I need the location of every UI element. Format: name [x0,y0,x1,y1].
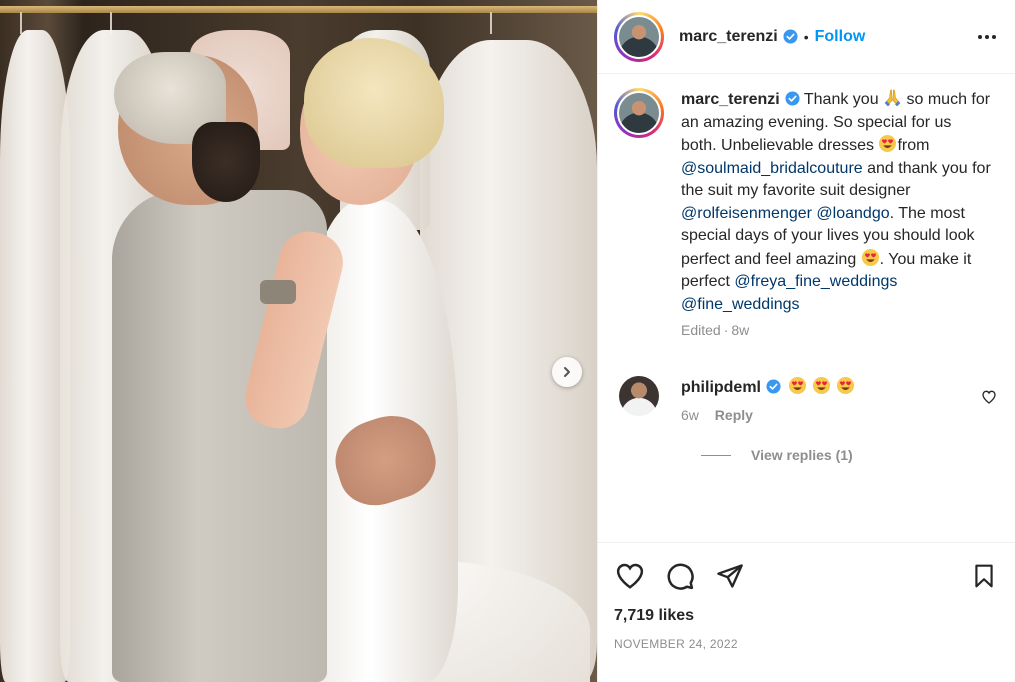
action-bar [614,543,1000,609]
post-date: NOVEMBER 24, 2022 [614,637,738,651]
folded-hands-emoji [884,89,901,107]
author-avatar[interactable] [614,11,664,62]
post-photo[interactable] [0,0,597,682]
next-photo-button[interactable] [552,357,582,387]
more-options-icon [978,34,996,39]
comment-body: philipdeml 6w Reply [681,376,855,423]
commenter-username[interactable]: philipdeml [681,379,761,396]
post-sidebar: marc_terenzi • Follow marc_terenzi Thank… [597,0,1015,682]
like-button[interactable] [614,560,646,592]
replies-divider [701,454,731,456]
heart-eyes-emoji [837,376,855,395]
comments-area: marc_terenzi Thank you so much for an am… [598,74,1015,524]
view-replies-button[interactable]: View replies (1) [701,447,999,463]
follow-button[interactable]: Follow [815,28,866,46]
comment-like-heart-icon[interactable] [981,389,997,405]
share-button[interactable] [714,560,746,592]
caption-part: from [897,137,930,154]
comment-item: philipdeml 6w Reply [614,376,999,423]
edited-label: Edited [681,322,721,338]
mention-link[interactable]: @freya_fine_weddings [734,273,897,290]
hanger [490,12,492,34]
likes-count[interactable]: 7,719 likes [614,607,1000,625]
avatar-image [617,14,661,59]
heart-eyes-emoji [861,248,879,266]
comment-button[interactable] [664,560,696,592]
meta-separator: · [723,322,729,338]
mention-link[interactable]: @fine_weddings [681,296,800,313]
reply-button[interactable]: Reply [715,407,753,423]
author-username[interactable]: marc_terenzi [679,28,778,46]
paper-plane-icon [717,564,743,588]
wrist-watch [260,280,296,304]
view-replies-label: View replies (1) [751,447,853,463]
heart-icon [616,563,644,589]
chevron-right-icon [564,367,570,377]
caption-username[interactable]: marc_terenzi [681,91,780,108]
save-button[interactable] [968,560,1000,592]
comment-icon [667,563,694,590]
caption-text: marc_terenzi Thank you so much for an am… [681,88,991,316]
post-header: marc_terenzi • Follow [598,0,1015,74]
comment-line: philipdeml [681,376,855,399]
caption-meta: Edited · 8w [681,322,999,338]
instagram-post-modal: marc_terenzi • Follow marc_terenzi Thank… [0,0,1015,682]
caption: marc_terenzi Thank you so much for an am… [614,88,999,316]
post-age: 8w [731,322,750,338]
heart-eyes-emoji [813,376,831,395]
hanger [20,12,22,34]
verified-badge-icon [783,29,798,44]
comment-age: 6w [681,407,699,423]
post-footer: 7,719 likes NOVEMBER 24, 2022 [598,542,1015,651]
caption-part: Thank you [803,91,879,108]
separator-dot: • [803,28,809,45]
bookmark-icon [975,564,993,588]
comment-meta: 6w Reply [681,407,855,423]
mention-link[interactable]: @soulmaid_bridalcouture [681,160,863,177]
heart-eyes-emoji [879,134,897,153]
verified-badge-icon [766,379,781,394]
mention-link[interactable]: @rolfeisenmenger [681,205,812,222]
commenter-avatar[interactable] [619,376,659,416]
caption-avatar[interactable] [614,88,664,138]
verified-badge-icon [785,91,800,106]
groom-beard [192,122,260,202]
clothing-rail [0,6,597,13]
more-options-button[interactable] [975,25,999,49]
bride-hair [304,38,444,168]
heart-eyes-emoji [789,376,807,395]
mention-link[interactable]: @loandgo [816,205,889,222]
avatar-image [617,91,661,135]
